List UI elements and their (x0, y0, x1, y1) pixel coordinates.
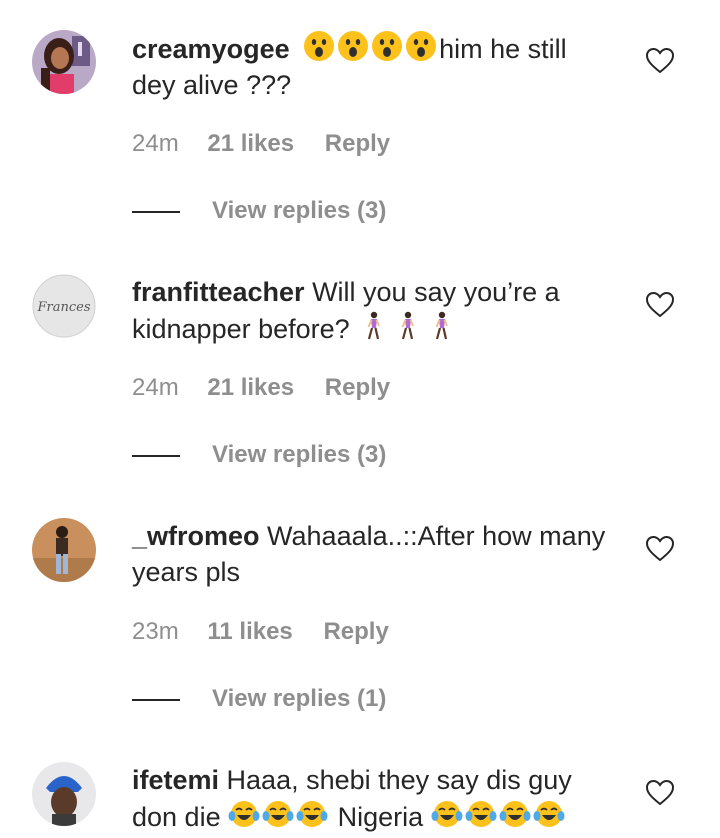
astonished-face-emoji (303, 30, 335, 62)
astonished-face-emoji (337, 30, 369, 62)
comment-emojis (303, 31, 439, 64)
comment-text: franfitteacher Will you say you’re a kid… (132, 274, 612, 347)
tears-of-joy-emoji (228, 798, 260, 830)
comment-item: ifetemi Haaa, shebi they say dis guy don… (0, 736, 720, 838)
tears-of-joy-emoji (262, 798, 294, 830)
tears-of-joy-emoji (533, 798, 565, 830)
astonished-face-emoji (405, 30, 437, 62)
comment-emojis (431, 801, 567, 832)
comment-likes[interactable]: 21 likes (207, 374, 294, 401)
astonished-face-emoji (371, 30, 403, 62)
tears-of-joy-emoji (499, 798, 531, 830)
avatar-creamyogee[interactable] (32, 30, 96, 94)
comment-username[interactable]: ifetemi (132, 765, 219, 795)
like-heart-icon[interactable] (645, 535, 675, 562)
comment-time: 24m (132, 374, 179, 401)
comment-username[interactable]: _wfromeo (132, 521, 260, 551)
comment-meta: 24m 21 likes Reply (132, 372, 390, 404)
tears-of-joy-emoji (431, 798, 463, 830)
tears-of-joy-emoji (296, 798, 328, 830)
comment-item: Frances franfitteacher Will you say you’… (0, 248, 720, 492)
comment-item: creamyogee him he still dey alive ??? 24… (0, 4, 720, 248)
woman-walking-emoji (357, 310, 389, 342)
view-replies-button[interactable]: View replies (3) (212, 439, 386, 471)
woman-walking-emoji (391, 310, 423, 342)
comment-text: ifetemi Haaa, shebi they say dis guy don… (132, 762, 612, 835)
replies-divider (132, 699, 180, 701)
reply-button[interactable]: Reply (325, 130, 390, 157)
tears-of-joy-emoji (465, 798, 497, 830)
comment-text: creamyogee him he still dey alive ??? (132, 30, 612, 103)
avatar-ifetemi[interactable] (32, 762, 96, 826)
avatar-label: Frances (36, 300, 90, 315)
reply-button[interactable]: Reply (323, 618, 388, 645)
comment-likes[interactable]: 21 likes (207, 130, 294, 157)
like-heart-icon[interactable] (645, 779, 675, 806)
replies-divider (132, 211, 180, 213)
replies-divider (132, 455, 180, 457)
view-replies-button[interactable]: View replies (1) (212, 683, 386, 715)
comment-time: 23m (132, 618, 179, 645)
woman-walking-emoji (425, 310, 457, 342)
comment-time: 24m (132, 130, 179, 157)
comment-emojis (228, 801, 338, 832)
comment-body-tail: Nigeria (337, 802, 424, 832)
comment-username[interactable]: franfitteacher (132, 277, 305, 307)
comment-item: _wfromeo Wahaaala..::After how many year… (0, 492, 720, 736)
comment-text: _wfromeo Wahaaala..::After how many year… (132, 518, 612, 590)
like-heart-icon[interactable] (645, 47, 675, 74)
comment-meta: 23m 11 likes Reply (132, 616, 389, 648)
comment-emojis (357, 311, 459, 344)
reply-button[interactable]: Reply (325, 374, 390, 401)
like-heart-icon[interactable] (645, 291, 675, 318)
comment-likes[interactable]: 11 likes (207, 618, 292, 645)
comment-meta: 24m 21 likes Reply (132, 128, 390, 160)
comment-username[interactable]: creamyogee (132, 34, 290, 64)
view-replies-button[interactable]: View replies (3) (212, 195, 386, 227)
avatar-franfitteacher[interactable]: Frances (32, 274, 96, 338)
avatar-wfromeo[interactable] (32, 518, 96, 582)
